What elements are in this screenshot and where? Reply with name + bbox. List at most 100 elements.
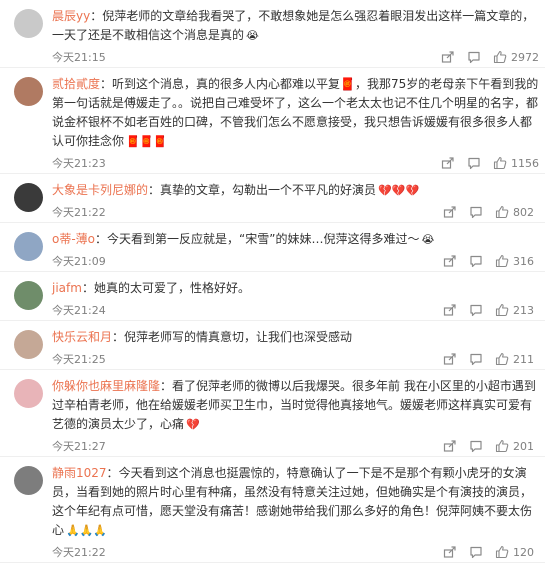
like-count: 120 [513, 545, 534, 559]
like-count: 1156 [511, 156, 539, 170]
comment-content: 倪萍老师的文章给我看哭了，不敢想象她是怎么强忍着眼泪发出这样一篇文章的，一天了还… [52, 9, 535, 42]
avatar[interactable] [14, 466, 43, 495]
comment-icon[interactable] [469, 439, 483, 453]
comment-content: 今天看到这个消息也挺震惊的，特意确认了一下是不是那个有颗小虎牙的女演员，当看到她… [52, 466, 533, 537]
comment-body: 静雨1027：今天看到这个消息也挺震惊的，特意确认了一下是不是那个有颗小虎牙的女… [52, 464, 539, 562]
emoji: 🧧🧧🧧 [126, 135, 168, 148]
comment-list: 晨辰yy：倪萍老师的文章给我看哭了，不敢想象她是怎么强忍着眼泪发出这样一篇文章的… [0, 0, 545, 563]
comment-actions: 211 [431, 352, 539, 366]
comment-item: jiafm：她真的太可爱了，性格好好。 今天21:24 213 [0, 272, 545, 321]
share-icon[interactable] [443, 352, 457, 366]
comment-body: 大象是卡列尼娜的：真挚的文章，勾勒出一个不平凡的好演员 💔💔💔 今天21:22 8… [52, 181, 539, 222]
comment-content: 今天看到第一反应就是，“宋雪”的妹妹…倪萍这得多难过～ [107, 232, 420, 246]
timestamp: 今天21:22 [52, 206, 106, 219]
comment-content: 倪萍老师写的情真意切，让我们也深受感动 [124, 330, 353, 344]
avatar[interactable] [14, 232, 43, 261]
comment-meta: 今天21:25 211 [52, 349, 539, 369]
share-icon[interactable] [441, 50, 455, 64]
comment-meta: 今天21:24 213 [52, 300, 539, 320]
username-link[interactable]: 晨辰yy [52, 9, 90, 23]
comment-item: 贰拾貳度：听到这个消息，真的很多人内心都难以平复🧧，我那75岁的老母亲下午看到我… [0, 68, 545, 174]
thumbs-up-icon[interactable] [495, 254, 509, 268]
comment-icon[interactable] [469, 545, 483, 559]
like-count: 802 [513, 205, 534, 219]
username-link[interactable]: jiafm [52, 281, 82, 295]
avatar[interactable] [14, 183, 43, 212]
username-link[interactable]: o蒂-薄o [52, 232, 95, 246]
comment-meta: 今天21:22 120 [52, 542, 539, 562]
timestamp: 今天21:24 [52, 304, 106, 317]
timestamp: 今天21:27 [52, 440, 106, 453]
username-link[interactable]: 静雨1027 [52, 466, 107, 480]
comment-content: 真挚的文章，勾勒出一个不平凡的好演员 [160, 183, 377, 197]
share-icon[interactable] [443, 545, 457, 559]
colon: ： [95, 232, 108, 246]
comment-actions: 2972 [429, 50, 539, 64]
comment-icon[interactable] [469, 352, 483, 366]
thumbs-up-icon[interactable] [493, 156, 507, 170]
username-link[interactable]: 快乐云和月 [52, 330, 112, 344]
comment-text: 静雨1027：今天看到这个消息也挺震惊的，特意确认了一下是不是那个有颗小虎牙的女… [52, 464, 539, 540]
comment-meta: 今天21:23 1156 [52, 153, 539, 173]
thumbs-up-icon[interactable] [493, 50, 507, 64]
comment-item: o蒂-薄o：今天看到第一反应就是，“宋雪”的妹妹…倪萍这得多难过～ 😭 今天21:… [0, 223, 545, 272]
comment-text: 晨辰yy：倪萍老师的文章给我看哭了，不敢想象她是怎么强忍着眼泪发出这样一篇文章的… [52, 7, 539, 45]
like-count: 211 [513, 352, 534, 366]
colon: ： [81, 281, 94, 295]
share-icon[interactable] [441, 156, 455, 170]
comment-text: 贰拾貳度：听到这个消息，真的很多人内心都难以平复🧧，我那75岁的老母亲下午看到我… [52, 75, 539, 151]
comment-body: 你躲你也麻里麻隆隆：看了倪萍老师的微博以后我爆哭。很多年前 我在小区里的小超市遇… [52, 377, 539, 456]
thumbs-up-icon[interactable] [495, 205, 509, 219]
comment-body: jiafm：她真的太可爱了，性格好好。 今天21:24 213 [52, 279, 539, 320]
like-count: 2972 [511, 50, 539, 64]
comment-body: 晨辰yy：倪萍老师的文章给我看哭了，不敢想象她是怎么强忍着眼泪发出这样一篇文章的… [52, 7, 539, 67]
comment-actions: 213 [431, 303, 539, 317]
comment-text: 大象是卡列尼娜的：真挚的文章，勾勒出一个不平凡的好演员 💔💔💔 [52, 181, 539, 200]
timestamp: 今天21:15 [52, 51, 106, 64]
comment-actions: 1156 [429, 156, 539, 170]
colon: ： [160, 379, 173, 393]
colon: ： [100, 77, 113, 91]
thumbs-up-icon[interactable] [495, 352, 509, 366]
username-link[interactable]: 贰拾貳度 [52, 77, 100, 91]
timestamp: 今天21:23 [52, 157, 106, 170]
comment-icon[interactable] [469, 303, 483, 317]
comment-item: 晨辰yy：倪萍老师的文章给我看哭了，不敢想象她是怎么强忍着眼泪发出这样一篇文章的… [0, 0, 545, 68]
username-link[interactable]: 大象是卡列尼娜的 [52, 183, 148, 197]
comment-content: 听到这个消息，真的很多人内心都难以平复🧧，我那75岁的老母亲下午看到我的第一句话… [52, 77, 539, 148]
share-icon[interactable] [443, 205, 457, 219]
avatar[interactable] [14, 77, 43, 106]
avatar[interactable] [14, 330, 43, 359]
comment-icon[interactable] [467, 156, 481, 170]
thumbs-up-icon[interactable] [495, 303, 509, 317]
share-icon[interactable] [443, 439, 457, 453]
comment-meta: 今天21:22 802 [52, 202, 539, 222]
comment-icon[interactable] [469, 205, 483, 219]
timestamp: 今天21:25 [52, 353, 106, 366]
comment-item: 快乐云和月：倪萍老师写的情真意切，让我们也深受感动 今天21:25 211 [0, 321, 545, 370]
comment-actions: 802 [431, 205, 539, 219]
colon: ： [148, 183, 161, 197]
colon: ： [90, 9, 103, 23]
share-icon[interactable] [443, 303, 457, 317]
timestamp: 今天21:22 [52, 546, 106, 559]
avatar[interactable] [14, 379, 43, 408]
comment-item: 大象是卡列尼娜的：真挚的文章，勾勒出一个不平凡的好演员 💔💔💔 今天21:22 8… [0, 174, 545, 223]
like-count: 213 [513, 303, 534, 317]
comment-meta: 今天21:27 201 [52, 436, 539, 456]
avatar[interactable] [14, 9, 43, 38]
comment-text: jiafm：她真的太可爱了，性格好好。 [52, 279, 539, 298]
comment-meta: 今天21:09 316 [52, 251, 539, 271]
like-count: 316 [513, 254, 534, 268]
thumbs-up-icon[interactable] [495, 545, 509, 559]
share-icon[interactable] [443, 254, 457, 268]
avatar[interactable] [14, 281, 43, 310]
comment-item: 你躲你也麻里麻隆隆：看了倪萍老师的微博以后我爆哭。很多年前 我在小区里的小超市遇… [0, 370, 545, 457]
comment-icon[interactable] [467, 50, 481, 64]
comment-icon[interactable] [469, 254, 483, 268]
username-link[interactable]: 你躲你也麻里麻隆隆 [52, 379, 160, 393]
comment-body: 快乐云和月：倪萍老师写的情真意切，让我们也深受感动 今天21:25 211 [52, 328, 539, 369]
emoji: 😭 [246, 29, 259, 42]
thumbs-up-icon[interactable] [495, 439, 509, 453]
comment-body: 贰拾貳度：听到这个消息，真的很多人内心都难以平复🧧，我那75岁的老母亲下午看到我… [52, 75, 539, 173]
